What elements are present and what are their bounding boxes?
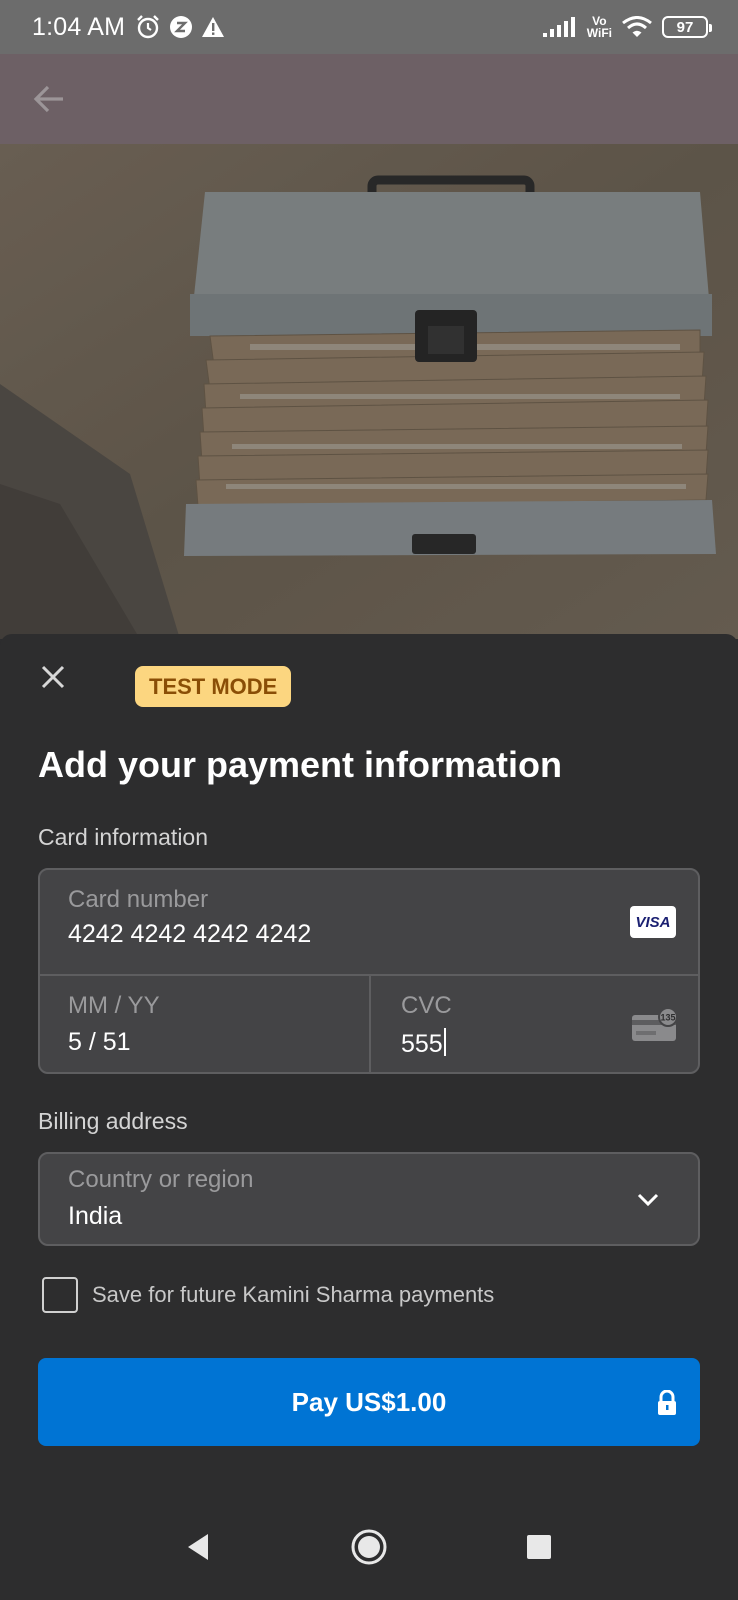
vowifi-indicator: Vo WiFi <box>586 14 612 40</box>
cvc-value-wrap: 555 <box>401 1028 446 1059</box>
card-number-value: 4242 4242 4242 4242 <box>68 920 312 948</box>
cvc-icon-text: 135 <box>660 1013 675 1023</box>
pay-button[interactable]: Pay US$1.00 <box>38 1358 700 1446</box>
close-icon <box>41 665 65 689</box>
expiry-field[interactable]: MM / YY 5 / 51 <box>40 976 369 1072</box>
card-number-field[interactable]: Card number 4242 4242 4242 4242 VISA <box>40 870 698 974</box>
expiry-value: 5 / 51 <box>68 1028 131 1056</box>
page-title: Add your payment information <box>38 744 563 785</box>
status-icons-right: Vo WiFi 97 <box>542 14 712 40</box>
cvc-value: 555 <box>401 1030 443 1058</box>
warning-icon <box>202 17 225 37</box>
save-checkbox[interactable] <box>42 1277 78 1313</box>
lock-icon <box>658 1390 676 1415</box>
pay-button-label: Pay US$1.00 <box>291 1386 447 1417</box>
status-time: 1:04 AM <box>32 12 126 41</box>
country-label: Country or region <box>68 1166 254 1193</box>
country-select[interactable]: Country or region India <box>38 1152 700 1246</box>
app-bar <box>0 54 738 144</box>
product-image <box>0 144 738 639</box>
save-payment-row[interactable]: Save for future Kamini Sharma payments <box>42 1277 494 1313</box>
file-organizer-illustration <box>0 144 738 639</box>
status-icons-left <box>135 14 225 40</box>
payment-sheet: TEST MODE Add your payment information C… <box>0 634 738 1600</box>
card-information-label: Card information <box>38 824 209 850</box>
close-button[interactable] <box>34 658 72 696</box>
expiry-label: MM / YY <box>68 992 160 1019</box>
status-bar: 1:04 AM Vo WiFi 97 <box>0 0 738 54</box>
system-nav-bar <box>0 1500 738 1600</box>
nav-recents-icon[interactable] <box>527 1535 551 1559</box>
arrow-left-icon <box>33 85 63 113</box>
nav-back-icon[interactable] <box>184 1532 212 1562</box>
visa-card-brand-icon: VISA <box>630 906 676 938</box>
card-number-label: Card number <box>68 886 209 913</box>
card-information-group: Card number 4242 4242 4242 4242 VISA MM … <box>38 868 700 1074</box>
cvc-label: CVC <box>401 992 452 1019</box>
nav-home-icon[interactable] <box>350 1528 388 1566</box>
save-checkbox-label: Save for future Kamini Sharma payments <box>92 1282 495 1307</box>
cvc-card-icon: 135 <box>632 1007 678 1041</box>
chevron-down-icon <box>637 1193 659 1207</box>
wifi-icon <box>622 16 652 37</box>
signal-icon <box>542 17 575 37</box>
billing-address-label: Billing address <box>38 1108 188 1134</box>
text-cursor <box>443 1028 446 1056</box>
back-button[interactable] <box>26 76 72 122</box>
battery-indicator: 97 <box>662 16 712 38</box>
test-mode-badge: TEST MODE <box>135 666 292 707</box>
app-notification-icon <box>170 16 193 38</box>
alarm-icon <box>137 15 159 39</box>
country-value: India <box>68 1202 123 1230</box>
